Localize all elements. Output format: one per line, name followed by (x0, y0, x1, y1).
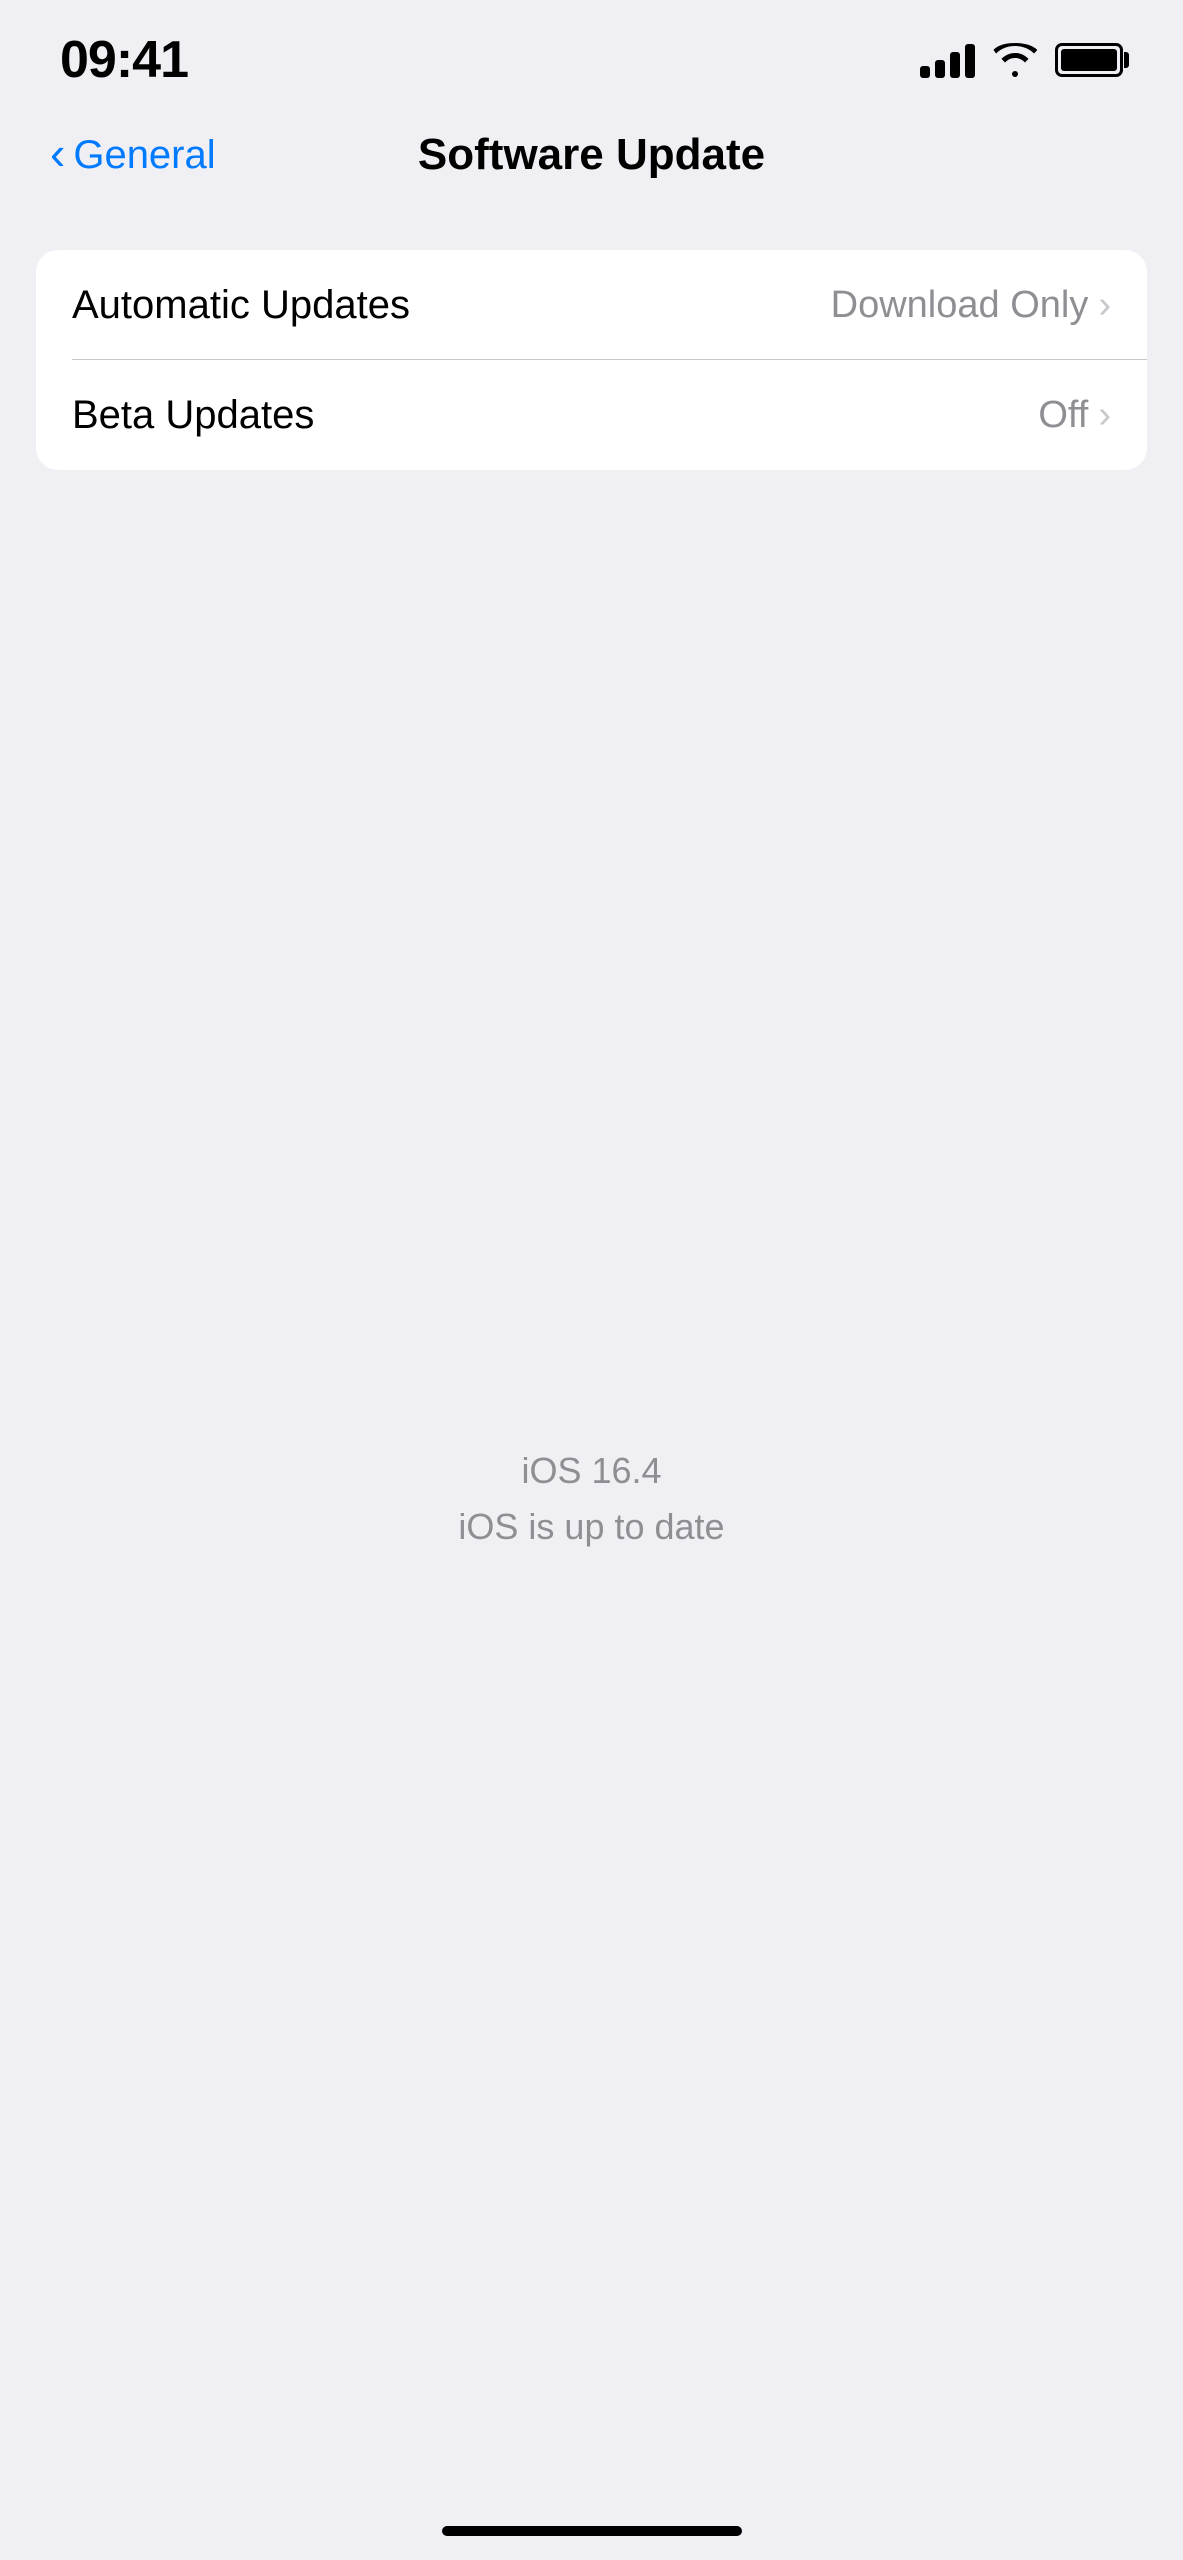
automatic-updates-value: Download Only (831, 284, 1089, 327)
beta-updates-value: Off (1038, 394, 1088, 437)
beta-updates-row[interactable]: Beta Updates Off › (36, 360, 1147, 470)
automatic-updates-row[interactable]: Automatic Updates Download Only › (36, 250, 1147, 360)
battery-icon (1055, 43, 1123, 77)
settings-list: Automatic Updates Download Only › Beta U… (36, 250, 1147, 470)
back-label: General (73, 133, 215, 178)
status-time: 09:41 (60, 30, 188, 90)
home-indicator (442, 2526, 742, 2536)
signal-icon (920, 42, 975, 78)
center-info: iOS 16.4 iOS is up to date (458, 1450, 724, 1548)
ios-status: iOS is up to date (458, 1506, 724, 1548)
chevron-right-icon: › (1098, 284, 1111, 327)
wifi-icon (993, 43, 1037, 77)
automatic-updates-label: Automatic Updates (72, 283, 410, 328)
beta-updates-value-group: Off › (1038, 394, 1111, 437)
beta-updates-label: Beta Updates (72, 393, 314, 438)
ios-version: iOS 16.4 (458, 1450, 724, 1492)
back-button[interactable]: ‹ General (50, 133, 216, 178)
nav-bar: ‹ General Software Update (0, 100, 1183, 210)
back-chevron-icon: ‹ (50, 130, 65, 176)
status-icons (920, 42, 1123, 78)
status-bar: 09:41 (0, 0, 1183, 100)
automatic-updates-value-group: Download Only › (831, 284, 1111, 327)
page-title: Software Update (418, 130, 765, 180)
chevron-right-icon: › (1098, 394, 1111, 437)
